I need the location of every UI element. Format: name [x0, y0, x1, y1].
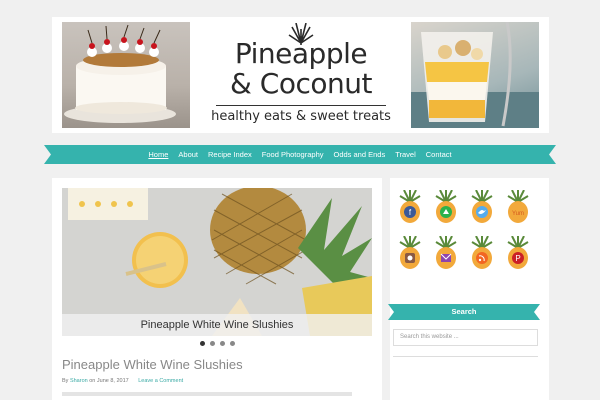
post-title[interactable]: Pineapple White Wine Slushies: [62, 357, 243, 372]
leave-comment-link[interactable]: Leave a Comment: [138, 378, 183, 384]
slider-dot-4[interactable]: [229, 341, 235, 346]
post-date: on June 8, 2017: [89, 378, 129, 384]
nav-item-home[interactable]: Home: [148, 150, 168, 159]
feedly-icon[interactable]: [434, 190, 458, 224]
search-widget-title: Search: [451, 307, 477, 316]
twitter-icon[interactable]: [470, 190, 494, 224]
svg-text:P: P: [515, 254, 520, 263]
slider-dot-1[interactable]: [199, 341, 205, 346]
post-excerpt-preview: [62, 392, 352, 396]
rss-icon[interactable]: [470, 236, 494, 270]
nav-item-travel[interactable]: Travel: [395, 150, 416, 159]
social-icons: f Yum P: [398, 190, 543, 270]
sidebar: f Yum P Search Search this website ...: [388, 178, 549, 400]
slider-dot-2[interactable]: [209, 341, 215, 346]
slider-dot-3[interactable]: [219, 341, 225, 346]
site-tagline: healthy eats & sweet treats: [211, 109, 391, 124]
pinterest-icon[interactable]: P: [506, 236, 530, 270]
facebook-icon[interactable]: f: [398, 190, 422, 224]
post-meta-by: By: [62, 378, 69, 384]
site-header: Pineapple & Coconut healthy eats & sweet…: [52, 17, 549, 133]
nav-item-recipe-index[interactable]: Recipe Index: [208, 150, 252, 159]
instagram-icon[interactable]: [398, 236, 422, 270]
slider-pager: [52, 341, 382, 346]
post-author-link[interactable]: Sharon: [70, 378, 88, 384]
yummly-icon[interactable]: Yum: [506, 190, 530, 224]
svg-text:Yum: Yum: [512, 211, 524, 217]
logo-text-line1: Pineapple: [234, 37, 368, 70]
sidebar-divider: [393, 356, 538, 357]
main-content: Pineapple White Wine Slushies Pineapple …: [52, 178, 382, 400]
search-input[interactable]: Search this website ...: [393, 329, 538, 346]
main-navigation: Home About Recipe Index Food Photography…: [44, 145, 556, 164]
post-meta: By Sharon on June 8, 2017 Leave a Commen…: [62, 378, 183, 384]
email-icon[interactable]: [434, 236, 458, 270]
header-cake-photo: [62, 22, 190, 128]
site-logo[interactable]: Pineapple & Coconut healthy eats & sweet…: [202, 23, 400, 127]
nav-item-about[interactable]: About: [178, 150, 198, 159]
slider-caption[interactable]: Pineapple White Wine Slushies: [62, 314, 372, 336]
nav-item-contact[interactable]: Contact: [426, 150, 452, 159]
featured-slider[interactable]: Pineapple White Wine Slushies: [62, 188, 372, 336]
nav-item-food-photography[interactable]: Food Photography: [262, 150, 324, 159]
search-widget-header: Search: [388, 304, 540, 320]
logo-divider: [216, 105, 386, 106]
logo-text-line2: & Coconut: [230, 67, 372, 100]
nav-item-odds-and-ends[interactable]: Odds and Ends: [334, 150, 386, 159]
header-parfait-photo: [411, 22, 539, 128]
